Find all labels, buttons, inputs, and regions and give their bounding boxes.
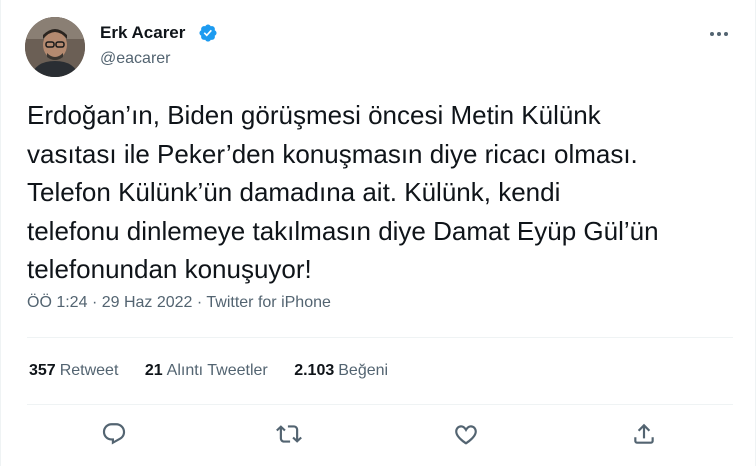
- share-button[interactable]: [630, 420, 658, 448]
- avatar-image: [25, 17, 85, 77]
- likes-count: 2.103: [294, 362, 335, 379]
- user-handle[interactable]: @eacarer: [100, 50, 171, 68]
- quotes-label: Alıntı Tweetler: [166, 362, 268, 379]
- tweet-card: Erk Acarer @eacarer Erdoğan’ın, Biden gö…: [0, 0, 756, 466]
- retweets-stat[interactable]: 357 Retweet: [29, 362, 118, 380]
- tweet-stats: 357 Retweet 21 Alıntı Tweetler 2.103 Beğeni: [29, 362, 410, 380]
- tweet-text-line: Erdoğan’ın, Biden görüşmesi öncesi Metin…: [27, 100, 601, 130]
- tweet-source[interactable]: Twitter for iPhone: [206, 294, 331, 311]
- meta-separator: ·: [196, 294, 203, 311]
- likes-label: Beğeni: [338, 362, 389, 379]
- tweet-text-line: telefonu dinlemeye takılmasın diye Damat…: [27, 215, 659, 246]
- verified-badge-icon: [199, 24, 217, 42]
- quotes-stat[interactable]: 21 Alıntı Tweetler: [145, 362, 268, 380]
- heart-icon: [455, 425, 477, 445]
- reply-icon: [102, 423, 126, 445]
- tweet-text-line: Telefon Külünk’ün damadına ait. Külünk, …: [27, 177, 561, 207]
- divider: [27, 337, 733, 338]
- retweet-button[interactable]: [275, 420, 303, 448]
- tweet-date[interactable]: 29 Haz 2022: [102, 294, 193, 311]
- more-options-icon[interactable]: [707, 24, 731, 44]
- like-button[interactable]: [452, 420, 480, 448]
- reply-button[interactable]: [100, 420, 128, 448]
- share-icon: [634, 423, 654, 444]
- tweet-metadata: ÖÖ 1:24 · 29 Haz 2022 · Twitter for iPho…: [27, 294, 331, 312]
- display-name[interactable]: Erk Acarer: [100, 23, 185, 43]
- quotes-count: 21: [144, 362, 163, 379]
- tweet-time[interactable]: ÖÖ 1:24: [27, 294, 87, 311]
- retweet-icon: [276, 425, 302, 443]
- retweets-count: 357: [29, 362, 56, 379]
- tweet-text-line: telefonundan konuşuyor!: [27, 254, 312, 284]
- avatar[interactable]: [25, 17, 85, 77]
- meta-separator: ·: [91, 294, 98, 311]
- likes-stat[interactable]: 2.103 Beğeni: [294, 362, 388, 380]
- divider: [27, 404, 733, 405]
- retweets-label: Retweet: [59, 362, 119, 379]
- tweet-text: Erdoğan’ın, Biden görüşmesi öncesi Metin…: [27, 96, 739, 289]
- tweet-text-line: vasıtası ile Peker’den konuşmasın diye r…: [27, 138, 638, 169]
